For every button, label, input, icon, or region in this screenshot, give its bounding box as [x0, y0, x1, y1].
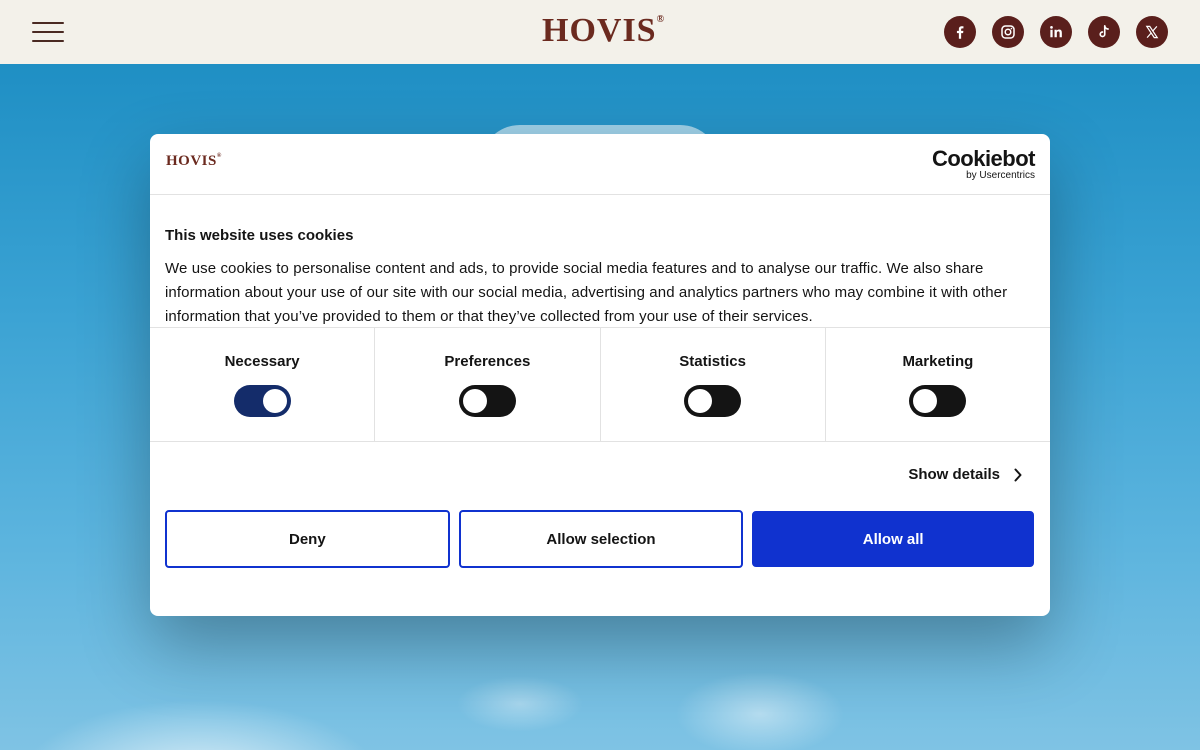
- x-icon[interactable]: [1136, 16, 1168, 48]
- details-row: Show details: [150, 442, 1050, 510]
- allow-selection-button[interactable]: Allow selection: [458, 510, 744, 568]
- category-marketing: Marketing: [826, 328, 1050, 441]
- dialog-header: HOVIS® Cookiebot by Usercentrics: [150, 134, 1050, 195]
- facebook-icon[interactable]: [944, 16, 976, 48]
- allow-all-button[interactable]: Allow all: [752, 511, 1035, 567]
- marketing-toggle[interactable]: [909, 385, 967, 417]
- hamburger-line: [32, 22, 64, 24]
- category-label: Statistics: [679, 353, 746, 370]
- cookiebot-byline: by Usercentrics: [966, 170, 1035, 181]
- instagram-icon[interactable]: [992, 16, 1024, 48]
- category-necessary: Necessary: [150, 328, 376, 441]
- cookiebot-name: Cookiebot: [931, 146, 1036, 171]
- chevron-right-icon: [1014, 468, 1022, 481]
- category-label: Preferences: [444, 353, 531, 370]
- preferences-toggle[interactable]: [458, 385, 516, 417]
- cookie-consent-dialog: HOVIS® Cookiebot by Usercentrics This we…: [150, 134, 1050, 616]
- category-label: Necessary: [224, 353, 300, 370]
- toggle-knob: [462, 389, 487, 413]
- dialog-body: This website uses cookies We use cookies…: [150, 195, 1050, 328]
- tiktok-icon[interactable]: [1088, 16, 1120, 48]
- hamburger-line: [32, 31, 64, 33]
- statistics-toggle[interactable]: [684, 385, 742, 417]
- dialog-description: We use cookies to personalise content an…: [165, 260, 1008, 325]
- dialog-logo-text: HOVIS: [166, 153, 217, 169]
- category-statistics: Statistics: [601, 328, 826, 441]
- cookiebot-logo[interactable]: Cookiebot by Usercentrics: [931, 146, 1036, 182]
- menu-hamburger-icon[interactable]: [32, 22, 64, 42]
- toggle-knob: [688, 389, 713, 413]
- category-label: Marketing: [902, 353, 974, 370]
- show-details-label: Show details: [908, 466, 1000, 483]
- linkedin-icon[interactable]: [1040, 16, 1072, 48]
- site-header: HOVIS®: [0, 0, 1200, 64]
- hamburger-line: [32, 40, 64, 42]
- toggle-knob: [262, 389, 287, 413]
- show-details-link[interactable]: Show details: [908, 466, 1022, 483]
- category-preferences: Preferences: [375, 328, 601, 441]
- logo-text: HOVIS: [542, 12, 657, 49]
- toggle-knob: [913, 389, 938, 413]
- social-links: [944, 16, 1168, 48]
- hovis-logo[interactable]: HOVIS®: [542, 13, 665, 49]
- deny-button[interactable]: Deny: [165, 510, 450, 568]
- consent-categories: Necessary Preferences Statistics Marketi…: [150, 328, 1050, 442]
- dialog-hovis-logo: HOVIS®: [166, 153, 222, 170]
- necessary-toggle[interactable]: [233, 385, 291, 417]
- dialog-title: This website uses cookies: [165, 227, 354, 244]
- consent-buttons: Deny Allow selection Allow all: [150, 510, 1050, 568]
- dialog-logo-registered-mark: ®: [216, 153, 222, 159]
- logo-registered-mark: ®: [656, 14, 666, 25]
